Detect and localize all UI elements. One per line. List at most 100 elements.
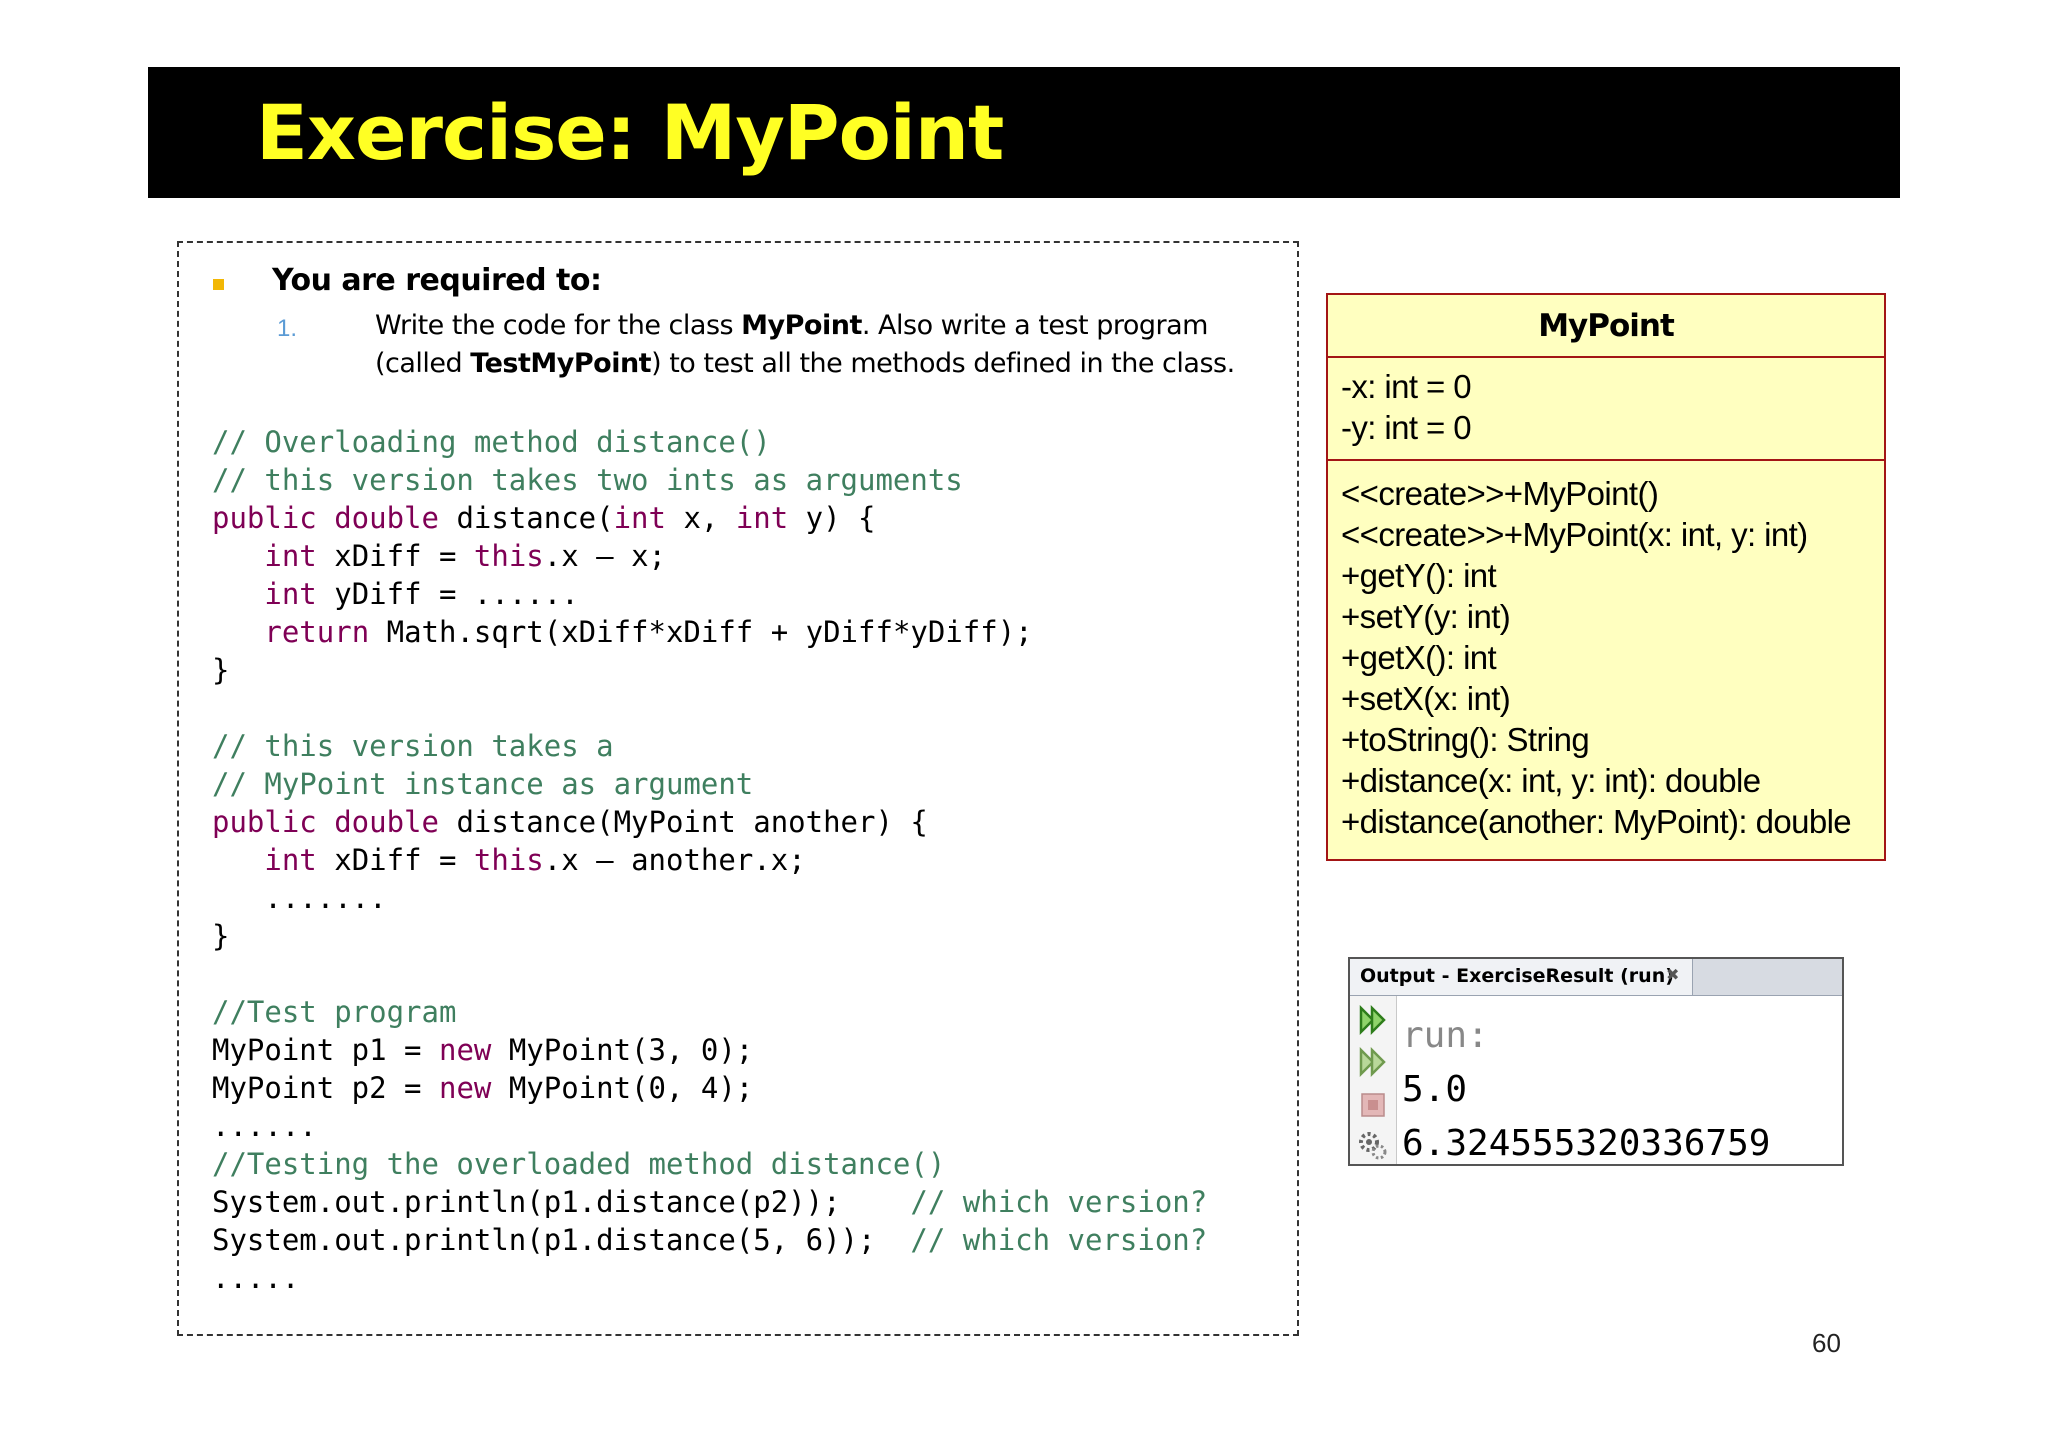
uml-class-diagram: MyPoint -x: int = 0 -y: int = 0 <<create… xyxy=(1326,293,1886,861)
code-comment: // which version? xyxy=(910,1223,1208,1257)
code-keyword: int xyxy=(613,501,666,535)
code-keyword: int xyxy=(264,843,317,877)
code-line: System.out.println(p1.distance(p2)); // … xyxy=(212,1183,1207,1221)
code-text: x, xyxy=(665,501,736,535)
stop-icon[interactable] xyxy=(1358,1088,1388,1120)
run-again-icon[interactable] xyxy=(1358,1046,1388,1078)
code-line: return Math.sqrt(xDiff*xDiff + yDiff*yDi… xyxy=(212,613,1207,651)
code-comment: // which version? xyxy=(910,1185,1208,1219)
code-text: ...... xyxy=(212,1109,317,1143)
uml-operation: +setY(y: int) xyxy=(1341,598,1511,635)
code-line: public double distance(int x, int y) { xyxy=(212,499,1207,537)
close-icon[interactable]: ✖ xyxy=(1666,965,1679,985)
code-text: MyPoint p2 = xyxy=(212,1071,439,1105)
run-again-icon[interactable] xyxy=(1358,1004,1388,1036)
code-text: Math.sqrt(xDiff*xDiff + yDiff*yDiff); xyxy=(369,615,1033,649)
uml-class-name: MyPoint xyxy=(1538,308,1675,344)
code-comment: // this version takes two ints as argume… xyxy=(212,463,963,497)
code-comment: // MyPoint instance as argument xyxy=(212,767,754,801)
code-text: .x – another.x; xyxy=(543,843,806,877)
page-number: 60 xyxy=(1812,1328,1841,1358)
task-box: You are required to: 1. Write the code f… xyxy=(177,241,1299,1336)
code-text: y) { xyxy=(788,501,876,535)
uml-attribute: -y: int = 0 xyxy=(1341,409,1472,446)
code-comment: //Testing the overloaded method distance… xyxy=(212,1147,946,1181)
code-keyword: int xyxy=(735,501,789,535)
uml-divider xyxy=(1328,459,1884,461)
code-line: // MyPoint instance as argument xyxy=(212,765,1207,803)
code-line: public double distance(MyPoint another) … xyxy=(212,803,1207,841)
uml-operation: +distance(x: int, y: int): double xyxy=(1341,762,1761,799)
output-line: 5.0 xyxy=(1402,1069,1468,1110)
code-line: int yDiff = ...... xyxy=(212,575,1207,613)
code-keyword: public double xyxy=(212,501,439,535)
output-tab-bar: Output - ExerciseResult (run) ✖ xyxy=(1350,959,1842,996)
code-text: } xyxy=(212,653,230,687)
code-text: ..... xyxy=(212,1261,300,1295)
uml-operation: +getY(): int xyxy=(1341,557,1497,594)
code-keyword: this xyxy=(473,539,544,573)
uml-operation: +getX(): int xyxy=(1341,639,1497,676)
code-text: MyPoint(3, 0); xyxy=(491,1033,754,1067)
code-text: xDiff = xyxy=(316,539,474,573)
code-text: ....... xyxy=(212,881,387,915)
code-text: distance(MyPoint another) { xyxy=(438,805,928,839)
output-toolbar xyxy=(1350,996,1397,1164)
code-line: ....... xyxy=(212,879,1207,917)
code-block: // Overloading method distance() // this … xyxy=(212,423,1207,1297)
code-text: xDiff = xyxy=(316,843,474,877)
code-line: MyPoint p2 = new MyPoint(0, 4); xyxy=(212,1069,1207,1107)
output-line: run: xyxy=(1402,1015,1489,1056)
requirement-text-part: Write the code for the class xyxy=(375,310,742,341)
code-keyword: new xyxy=(438,1071,492,1105)
code-line: System.out.println(p1.distance(5, 6)); /… xyxy=(212,1221,1207,1259)
code-line: //Test program xyxy=(212,993,1207,1031)
code-comment: //Test program xyxy=(212,995,457,1029)
code-keyword: this xyxy=(473,843,544,877)
uml-operation: <<create>>+MyPoint(x: int, y: int) xyxy=(1341,516,1808,553)
code-keyword: return xyxy=(264,615,370,649)
code-line: int xDiff = this.x – another.x; xyxy=(212,841,1207,879)
code-keyword: new xyxy=(438,1033,492,1067)
code-text: System.out.println(p1.distance(p2)); xyxy=(212,1185,911,1219)
test-class-name-bold: TestMyPoint xyxy=(470,348,652,379)
code-keyword: public double xyxy=(212,805,439,839)
output-tab-label: Output - ExerciseResult (run) xyxy=(1360,965,1674,987)
settings-icon[interactable] xyxy=(1358,1130,1388,1162)
slide-title: Exercise: MyPoint xyxy=(256,88,1004,177)
code-line: // Overloading method distance() xyxy=(212,423,1207,461)
code-comment: // Overloading method distance() xyxy=(212,425,771,459)
code-text: .x – x; xyxy=(543,539,666,573)
code-comment: // this version takes a xyxy=(212,729,614,763)
code-text: System.out.println(p1.distance(5, 6)); xyxy=(212,1223,911,1257)
uml-attribute: -x: int = 0 xyxy=(1341,368,1472,405)
output-window: Output - ExerciseResult (run) ✖ run: 5.0… xyxy=(1348,957,1844,1166)
code-line: // this version takes two ints as argume… xyxy=(212,461,1207,499)
code-line: int xDiff = this.x – x; xyxy=(212,537,1207,575)
uml-operation: +setX(x: int) xyxy=(1341,680,1511,717)
code-text: } xyxy=(212,919,230,953)
class-name-bold: MyPoint xyxy=(741,310,862,341)
code-line: // this version takes a xyxy=(212,727,1207,765)
code-line: ...... xyxy=(212,1107,1207,1145)
code-line: ..... xyxy=(212,1259,1207,1297)
uml-divider xyxy=(1328,356,1884,358)
requirement-text-part: ) to test all the methods defined in the… xyxy=(651,348,1235,379)
uml-operation: +distance(another: MyPoint): double xyxy=(1341,803,1852,840)
uml-operation: <<create>>+MyPoint() xyxy=(1341,475,1659,512)
code-line: } xyxy=(212,917,1207,955)
code-text: yDiff = ...... xyxy=(316,577,579,611)
code-keyword: int xyxy=(264,539,317,573)
requirement-text: Write the code for the class MyPoint. Al… xyxy=(375,307,1285,383)
output-line: 6.324555320336759 xyxy=(1402,1123,1771,1164)
list-item-number: 1. xyxy=(277,315,298,342)
output-tab[interactable]: Output - ExerciseResult (run) ✖ xyxy=(1350,959,1693,995)
requirement-heading: You are required to: xyxy=(272,263,602,298)
title-bar: Exercise: MyPoint xyxy=(148,67,1900,198)
